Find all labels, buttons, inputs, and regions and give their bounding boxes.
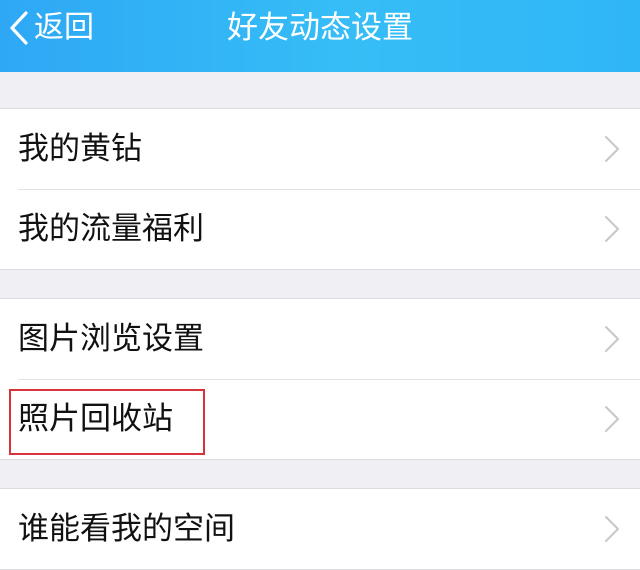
settings-group-3: 谁能看我的空间 xyxy=(0,488,640,570)
settings-item-label: 谁能看我的空间 xyxy=(18,511,235,547)
chevron-right-icon xyxy=(605,406,619,432)
settings-item-yellow-diamond[interactable]: 我的黄钻 xyxy=(0,109,640,189)
page-title: 好友动态设置 xyxy=(227,10,413,46)
settings-item-space-visibility[interactable]: 谁能看我的空间 xyxy=(0,489,640,569)
navigation-bar: 返回 好友动态设置 xyxy=(0,0,640,72)
settings-item-label: 图片浏览设置 xyxy=(18,321,204,357)
chevron-right-icon xyxy=(605,516,619,542)
settings-item-data-benefits[interactable]: 我的流量福利 xyxy=(0,189,640,269)
settings-item-label: 我的黄钻 xyxy=(18,131,142,167)
settings-item-label: 照片回收站 xyxy=(18,401,173,437)
chevron-right-icon xyxy=(605,326,619,352)
settings-item-photo-recycle-bin[interactable]: 照片回收站 xyxy=(0,379,640,459)
chevron-right-icon xyxy=(605,136,619,162)
settings-item-label: 我的流量福利 xyxy=(18,211,204,247)
chevron-right-icon xyxy=(605,216,619,242)
settings-group-2: 图片浏览设置 照片回收站 xyxy=(0,298,640,460)
settings-group-1: 我的黄钻 我的流量福利 xyxy=(0,108,640,270)
settings-item-image-browsing[interactable]: 图片浏览设置 xyxy=(0,299,640,379)
